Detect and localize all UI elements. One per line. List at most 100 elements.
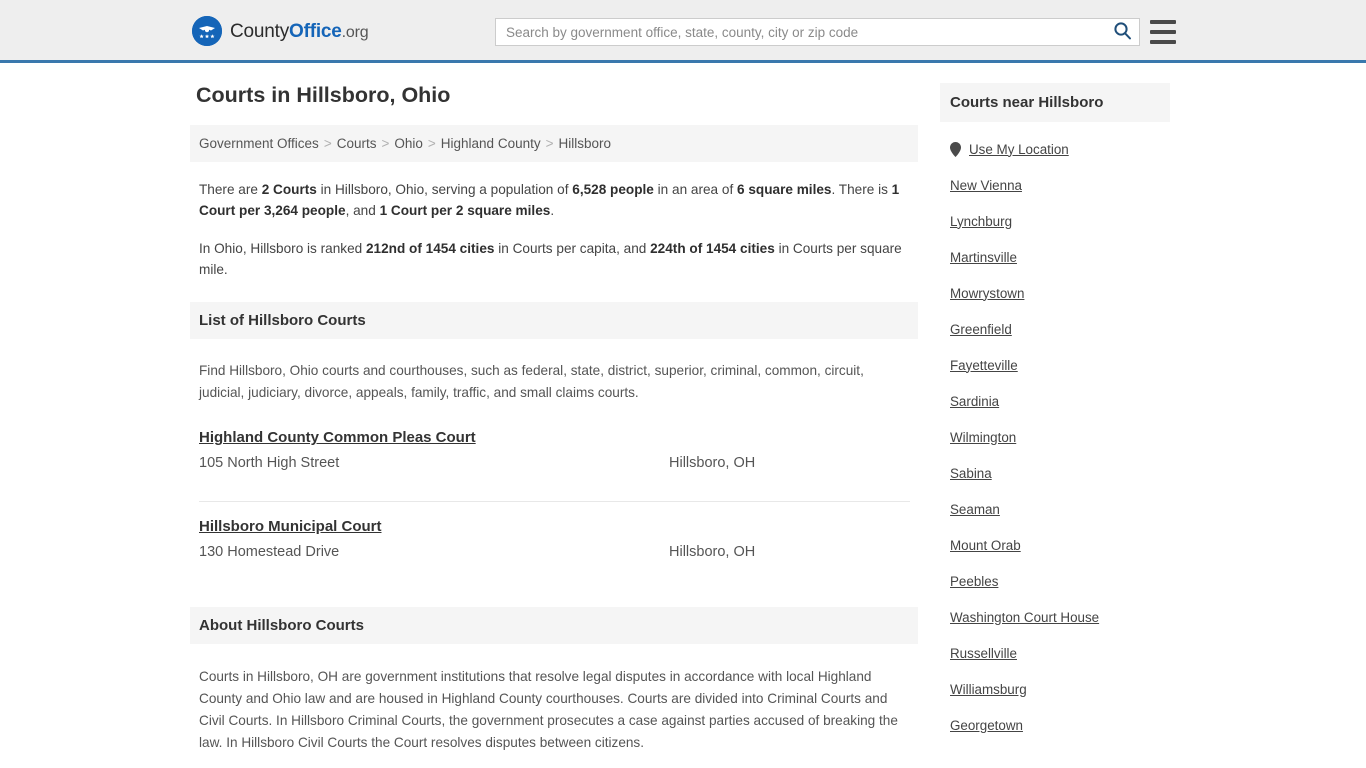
sidebar-item-greenfield[interactable]: Greenfield — [950, 311, 1160, 347]
stats-text-b: in Hillsboro, Ohio, serving a population… — [316, 181, 573, 197]
sidebar-item-lynchburg[interactable]: Lynchburg — [950, 203, 1160, 239]
menu-bar-2 — [1150, 30, 1176, 34]
rank-per-capita: 212nd of 1454 cities — [365, 240, 495, 256]
sidebar-item-new-vienna[interactable]: New Vienna — [950, 167, 1160, 203]
breadcrumb-separator: > — [545, 135, 554, 151]
stats-courts-count: 2 Courts — [261, 181, 317, 197]
menu-bar-1 — [1150, 20, 1176, 24]
rank-per-square-mile: 224th of 1454 cities — [650, 240, 775, 256]
list-item: Hillsboro Municipal Court 130 Homestead … — [199, 500, 910, 577]
breadcrumb-separator: > — [323, 135, 332, 151]
content-container: Courts in Hillsboro, Ohio Government Off… — [190, 83, 1176, 768]
nearby-city-link[interactable]: Lynchburg — [950, 214, 1012, 229]
sidebar-item-use-my-location[interactable]: Use My Location — [950, 131, 1160, 167]
nearby-city-link[interactable]: New Vienna — [950, 178, 1022, 193]
sidebar-item-peebles[interactable]: Peebles — [950, 563, 1160, 599]
search-button[interactable] — [1105, 19, 1139, 45]
stats-text-f: . — [550, 202, 555, 218]
court-city-state: Hillsboro, OH — [669, 543, 756, 560]
sidebar-item-mowrystown[interactable]: Mowrystown — [950, 275, 1160, 311]
sidebar-item-russellville[interactable]: Russellville — [950, 635, 1160, 671]
header-inner: CountyOffice.org — [0, 0, 1366, 60]
stats-paragraph-2: In Ohio, Hillsboro is ranked 212nd of 14… — [190, 239, 918, 281]
breadcrumb-separator: > — [427, 135, 436, 151]
sidebar: Courts near Hillsboro Use My Location Ne… — [940, 83, 1170, 743]
page-title: Courts in Hillsboro, Ohio — [196, 83, 451, 107]
court-address-row: 130 Homestead Drive Hillsboro, OH — [199, 541, 910, 564]
court-name-link[interactable]: Highland County Common Pleas Court — [199, 429, 476, 446]
court-city-state: Hillsboro, OH — [669, 455, 756, 472]
breadcrumb: Government Offices > Courts > Ohio > Highland … — [190, 124, 918, 162]
about-section-heading: About Hillsboro Courts — [190, 606, 918, 644]
about-paragraph: Courts in Hillsboro, OH are government i… — [199, 668, 898, 750]
breadcrumb-item-highland-county[interactable]: Highland County — [441, 136, 541, 151]
stats-text-d: . There is — [831, 181, 892, 197]
nearby-city-link[interactable]: Sabina — [950, 466, 992, 481]
menu-bar-3 — [1150, 40, 1176, 44]
stats-area: 6 square miles — [737, 181, 832, 197]
sidebar-nearby-list: Use My Location New Vienna Lynchburg Mar… — [940, 131, 1170, 743]
site-header: CountyOffice.org — [0, 0, 1366, 63]
stats-population: 6,528 people — [572, 181, 654, 197]
nearby-city-link[interactable]: Williamsburg — [950, 682, 1027, 697]
stats-text-a: There are — [199, 181, 262, 197]
use-my-location-link[interactable]: Use My Location — [969, 142, 1069, 157]
nearby-city-link[interactable]: Fayetteville — [950, 358, 1018, 373]
courts-listing: Highland County Common Pleas Court 105 N… — [190, 429, 918, 576]
rank-text-a: In Ohio, Hillsboro is ranked — [199, 240, 366, 256]
brand-part-county: County — [230, 20, 290, 42]
page-body: Courts in Hillsboro, Ohio Government Off… — [0, 63, 1366, 768]
nearby-city-link[interactable]: Seaman — [950, 502, 1000, 517]
search-input[interactable] — [496, 19, 1105, 45]
breadcrumb-item-courts[interactable]: Courts — [337, 136, 377, 151]
nearby-city-link[interactable]: Georgetown — [950, 718, 1023, 733]
sidebar-item-seaman[interactable]: Seaman — [950, 491, 1160, 527]
stats-paragraph-1: There are 2 Courts in Hillsboro, Ohio, s… — [190, 180, 918, 222]
sidebar-item-georgetown[interactable]: Georgetown — [950, 707, 1160, 743]
rank-text-b: in Courts per capita, and — [494, 240, 651, 256]
nearby-city-link[interactable]: Russellville — [950, 646, 1017, 661]
breadcrumb-separator: > — [381, 135, 390, 151]
sidebar-item-wilmington[interactable]: Wilmington — [950, 419, 1160, 455]
court-address-row: 105 North High Street Hillsboro, OH — [199, 452, 910, 475]
eagle-stars-seal-icon — [192, 16, 222, 46]
sidebar-item-sardinia[interactable]: Sardinia — [950, 383, 1160, 419]
site-logo-text: CountyOffice.org — [230, 20, 369, 42]
about-section: About Hillsboro Courts Courts in Hillsbo… — [190, 606, 918, 768]
court-address: 105 North High Street — [199, 455, 340, 472]
nearby-city-link[interactable]: Wilmington — [950, 430, 1016, 445]
court-address: 130 Homestead Drive — [199, 543, 340, 560]
sidebar-item-fayetteville[interactable]: Fayetteville — [950, 347, 1160, 383]
stats-text-e: , and — [345, 202, 380, 218]
breadcrumb-item-hillsboro: Hillsboro — [558, 135, 612, 151]
sidebar-item-sabina[interactable]: Sabina — [950, 455, 1160, 491]
sidebar-item-williamsburg[interactable]: Williamsburg — [950, 671, 1160, 707]
nearby-city-link[interactable]: Peebles — [950, 574, 998, 589]
sidebar-heading: Courts near Hillsboro — [940, 83, 1170, 122]
main-column: Courts in Hillsboro, Ohio Government Off… — [190, 83, 918, 768]
court-name-link[interactable]: Hillsboro Municipal Court — [199, 518, 382, 535]
stats-text-c: in an area of — [653, 181, 738, 197]
brand-part-org: .org — [341, 23, 369, 41]
map-pin-icon — [950, 141, 961, 157]
search-icon — [1113, 21, 1132, 43]
sidebar-item-washington-court-house[interactable]: Washington Court House — [950, 599, 1160, 635]
search-bar[interactable] — [495, 18, 1140, 46]
list-section-intro: Find Hillsboro, Ohio courts and courthou… — [199, 363, 864, 400]
nearby-city-link[interactable]: Martinsville — [950, 250, 1017, 265]
list-item: Highland County Common Pleas Court 105 N… — [199, 429, 910, 488]
list-section-heading: List of Hillsboro Courts — [190, 302, 918, 340]
sidebar-item-martinsville[interactable]: Martinsville — [950, 239, 1160, 275]
nearby-city-link[interactable]: Mowrystown — [950, 286, 1024, 301]
nearby-city-link[interactable]: Sardinia — [950, 394, 999, 409]
hamburger-menu-icon[interactable] — [1150, 20, 1176, 44]
site-logo-link[interactable]: CountyOffice.org — [192, 16, 369, 46]
nearby-city-link[interactable]: Mount Orab — [950, 538, 1021, 553]
nearby-city-link[interactable]: Washington Court House — [950, 610, 1099, 625]
breadcrumb-item-government-offices[interactable]: Government Offices — [199, 136, 319, 151]
breadcrumb-item-ohio[interactable]: Ohio — [394, 136, 423, 151]
sidebar-item-mount-orab[interactable]: Mount Orab — [950, 527, 1160, 563]
stats-court-per-area: 1 Court per 2 square miles — [379, 202, 551, 218]
nearby-city-link[interactable]: Greenfield — [950, 322, 1012, 337]
